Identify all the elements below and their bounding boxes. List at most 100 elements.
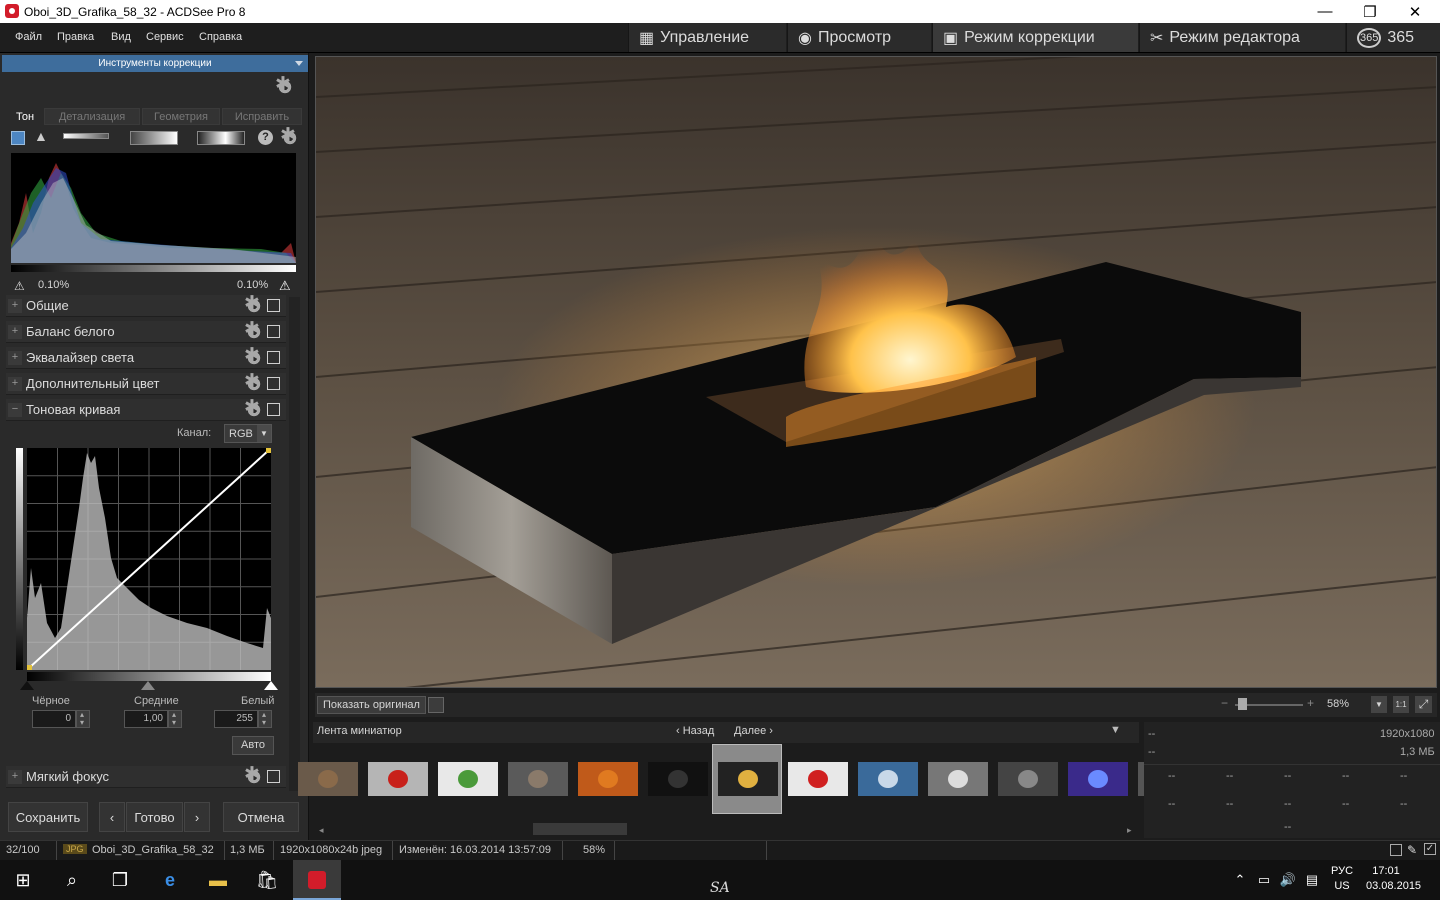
gradient-light-icon[interactable]: [197, 131, 245, 145]
thumbnail[interactable]: [368, 762, 428, 796]
section-checkbox[interactable]: [267, 377, 280, 390]
maximize-button[interactable]: ❐: [1347, 0, 1393, 23]
tone-curve-graph[interactable]: [27, 448, 271, 670]
zoom-out-icon[interactable]: −: [1221, 696, 1228, 710]
scroll-right-icon[interactable]: ▸: [1127, 825, 1132, 836]
histogram-gear-icon[interactable]: [280, 126, 297, 148]
tab-repair[interactable]: Исправить: [222, 108, 302, 125]
exposure-slider-icon[interactable]: [63, 133, 109, 139]
section-checkbox[interactable]: [267, 299, 280, 312]
tab-tone[interactable]: Тон: [8, 108, 42, 125]
gear-icon[interactable]: [244, 765, 261, 784]
zoom-slider-thumb[interactable]: [1238, 698, 1247, 710]
gradient-dark-icon[interactable]: [130, 131, 178, 145]
section-light-eq[interactable]: + Эквалайзер света: [6, 346, 286, 369]
tray-chevron-up-icon[interactable]: ⌃: [1228, 868, 1252, 892]
mode-manage[interactable]: ▦ Управление: [628, 23, 786, 52]
gear-icon[interactable]: [244, 320, 261, 339]
show-original-button[interactable]: Показать оригинал: [317, 696, 426, 714]
scroll-left-icon[interactable]: ◂: [319, 825, 324, 836]
thumbnail[interactable]: [928, 762, 988, 796]
collapse-icon[interactable]: −: [8, 402, 22, 417]
notification-icon[interactable]: ▤: [1300, 868, 1324, 892]
menu-view[interactable]: Вид: [111, 31, 131, 43]
file-explorer-icon[interactable]: ▬: [206, 868, 230, 892]
save-button[interactable]: Сохранить: [8, 802, 88, 832]
expand-icon[interactable]: +: [8, 324, 22, 339]
white-spinner[interactable]: [258, 710, 272, 728]
section-extra-color[interactable]: + Дополнительный цвет: [6, 372, 286, 395]
main-image-view[interactable]: [315, 56, 1437, 688]
edit-icon[interactable]: ✎: [1407, 843, 1417, 857]
taskbar-acdsee-button[interactable]: [293, 860, 341, 900]
section-checkbox[interactable]: [267, 325, 280, 338]
section-checkbox[interactable]: [267, 403, 280, 416]
gear-icon[interactable]: [244, 346, 261, 365]
prev-button[interactable]: ‹: [99, 802, 125, 832]
filmstrip-scroll-thumb[interactable]: [533, 823, 627, 835]
section-tone-curve[interactable]: − Тоновая кривая: [6, 398, 286, 421]
network-icon[interactable]: ▭: [1252, 868, 1276, 892]
section-white-balance[interactable]: + Баланс белого: [6, 320, 286, 343]
section-checkbox[interactable]: [267, 351, 280, 364]
panel-scrollbar[interactable]: [289, 297, 300, 791]
gear-icon[interactable]: [244, 398, 261, 417]
search-icon[interactable]: ⌕: [60, 868, 84, 892]
menu-tools[interactable]: Сервис: [146, 31, 184, 43]
thumbnail[interactable]: [718, 762, 778, 796]
compare-icon[interactable]: [428, 697, 444, 713]
menu-file[interactable]: Файл: [15, 31, 42, 43]
done-button[interactable]: Готово: [126, 802, 183, 832]
thumbnail[interactable]: [648, 762, 708, 796]
white-input[interactable]: 255: [214, 710, 258, 728]
expand-icon[interactable]: +: [8, 769, 22, 784]
black-spinner[interactable]: [76, 710, 90, 728]
actual-size-button[interactable]: 1:1: [1393, 696, 1409, 713]
thumbnail[interactable]: [1068, 762, 1128, 796]
thumbnail[interactable]: [438, 762, 498, 796]
clip-shadow-warning-icon[interactable]: ⚠: [14, 279, 25, 293]
thumbnail[interactable]: [788, 762, 848, 796]
white-point-handle[interactable]: [264, 681, 278, 690]
thumbnail[interactable]: [508, 762, 568, 796]
clock[interactable]: 17:01 03.08.2015: [1366, 865, 1421, 892]
chevron-down-icon[interactable]: ▼: [257, 425, 271, 442]
mode-view[interactable]: ◉ Просмотр: [787, 23, 931, 52]
windows-start-icon[interactable]: ⊞: [11, 868, 35, 892]
thumbnail[interactable]: [998, 762, 1058, 796]
thumbnail[interactable]: [298, 762, 358, 796]
expand-icon[interactable]: +: [8, 376, 22, 391]
clip-highlight-warning-icon[interactable]: ⚠: [279, 278, 291, 294]
mid-point-handle[interactable]: [141, 681, 155, 690]
zoom-dropdown[interactable]: ▼: [1371, 696, 1387, 713]
volume-icon[interactable]: 🔊: [1276, 868, 1300, 892]
black-point-handle[interactable]: [20, 681, 34, 690]
settings-gear-icon[interactable]: [275, 75, 292, 97]
minimize-button[interactable]: —: [1302, 0, 1348, 23]
panel-header[interactable]: Инструменты коррекции: [2, 55, 308, 72]
menu-edit[interactable]: Правка: [57, 31, 94, 43]
black-input[interactable]: 0: [32, 710, 76, 728]
thumbnail[interactable]: [858, 762, 918, 796]
menu-help[interactable]: Справка: [199, 31, 242, 43]
chevron-down-icon[interactable]: ▼: [1110, 724, 1121, 736]
gear-icon[interactable]: [244, 294, 261, 313]
expand-icon[interactable]: +: [8, 350, 22, 365]
filmstrip-forward-button[interactable]: Далее ›: [734, 725, 773, 737]
layout-icon[interactable]: [1390, 844, 1402, 856]
mid-input[interactable]: 1,00: [124, 710, 168, 728]
section-checkbox[interactable]: [267, 770, 280, 783]
section-general[interactable]: + Общие: [6, 294, 286, 317]
tab-geometry[interactable]: Геометрия: [142, 108, 220, 125]
store-icon[interactable]: 🛍: [255, 868, 279, 892]
tab-detail[interactable]: Детализация: [44, 108, 140, 125]
edge-icon[interactable]: e: [158, 868, 182, 892]
mode-edit[interactable]: ✂ Режим редактора: [1139, 23, 1345, 52]
mid-spinner[interactable]: [168, 710, 182, 728]
task-view-icon[interactable]: ❐: [108, 868, 132, 892]
gear-icon[interactable]: [244, 372, 261, 391]
warning-icon[interactable]: ▲: [34, 128, 48, 144]
fullscreen-icon[interactable]: ⤢: [1415, 696, 1432, 713]
close-button[interactable]: ✕: [1392, 0, 1438, 23]
next-button[interactable]: ›: [184, 802, 210, 832]
